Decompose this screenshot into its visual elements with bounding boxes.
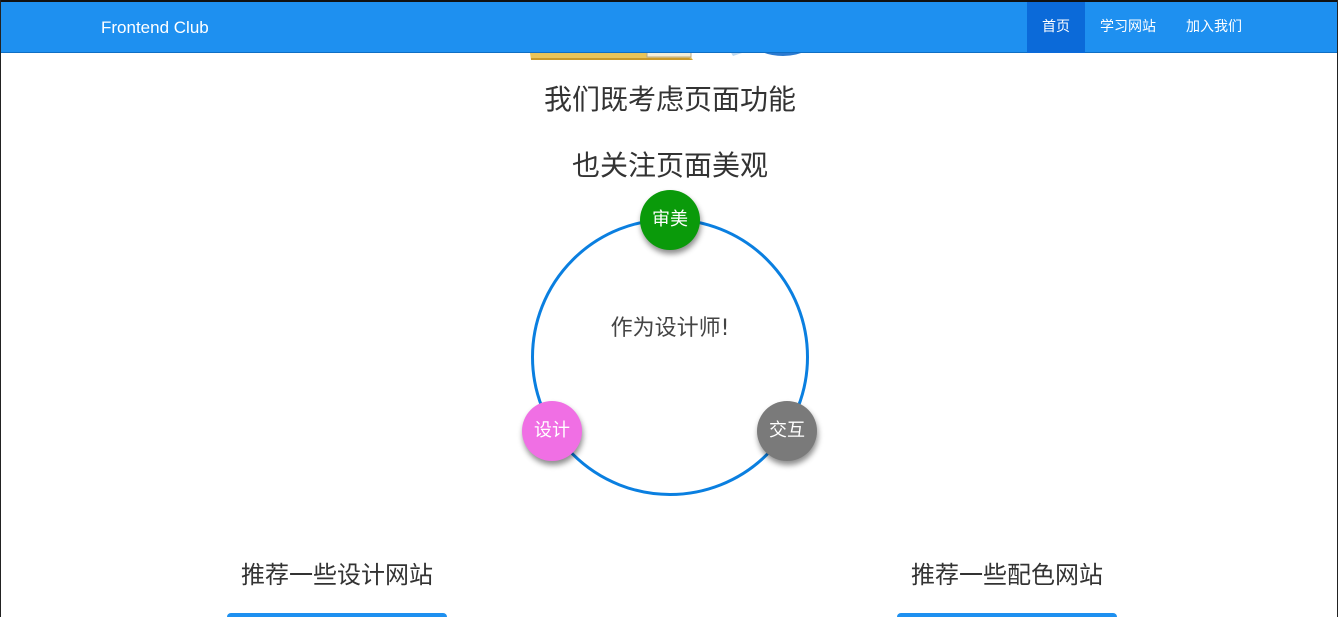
design-sites-title: 推荐一些设计网站 <box>241 561 433 589</box>
nav-item-join-us[interactable]: 加入我们 <box>1171 2 1257 53</box>
hero-line-2: 也关注页面美观 <box>571 149 768 182</box>
design-sites-card[interactable] <box>227 613 447 617</box>
color-sites-card[interactable] <box>897 613 1117 617</box>
page: Frontend Club 首页 学习网站 加入我们 我们既考虑页面功能 也关注… <box>0 0 1338 617</box>
nav-item-learning-sites[interactable]: 学习网站 <box>1085 2 1171 53</box>
nav-item-home[interactable]: 首页 <box>1027 2 1085 53</box>
color-sites-title: 推荐一些配色网站 <box>911 561 1103 589</box>
bubble-interaction: 交互 <box>757 401 817 461</box>
hero-line-1: 我们既考虑页面功能 <box>543 83 796 116</box>
ring-center-text: 作为设计师! <box>610 316 730 341</box>
top-navbar: Frontend Club 首页 学习网站 加入我们 <box>1 0 1337 53</box>
bubble-aesthetics: 审美 <box>640 190 700 250</box>
brand-logo-link[interactable]: Frontend Club <box>101 2 209 53</box>
bubble-design: 设计 <box>522 401 582 461</box>
nav-menu: 首页 学习网站 加入我们 <box>1027 2 1257 53</box>
